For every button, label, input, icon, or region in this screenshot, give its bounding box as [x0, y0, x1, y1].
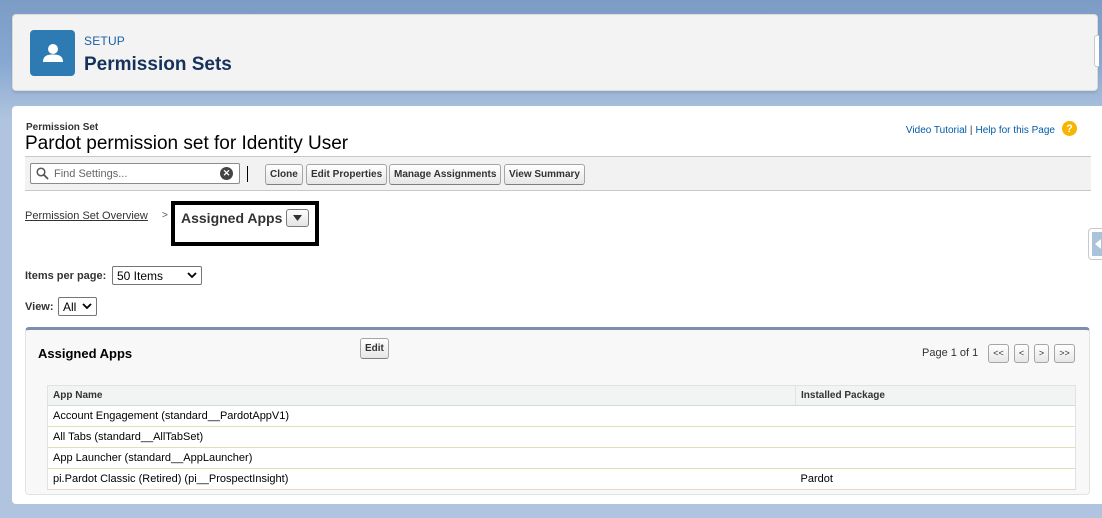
object-type-label: Permission Set — [26, 122, 99, 133]
column-header-installed-package: Installed Package — [795, 385, 1076, 406]
breadcrumb-current: Assigned Apps — [181, 210, 283, 226]
app-name-cell: All Tabs (standard__AllTabSet) — [47, 426, 796, 448]
app-name-cell: pi.Pardot Classic (Retired) (pi__Prospec… — [47, 468, 796, 490]
installed-package-cell — [795, 405, 1076, 427]
app-name-cell: App Launcher (standard__AppLauncher) — [47, 447, 796, 469]
clone-button[interactable]: Clone — [265, 164, 303, 185]
chevron-down-icon — [187, 272, 197, 279]
help-separator: | — [969, 125, 973, 136]
view-summary-button[interactable]: View Summary — [504, 164, 585, 185]
installed-package-cell — [795, 447, 1076, 469]
video-tutorial-link[interactable]: Video Tutorial — [906, 125, 967, 136]
view-label: View: — [25, 301, 54, 313]
last-page-button[interactable]: >> — [1054, 344, 1075, 363]
table-row: All Tabs (standard__AllTabSet) — [47, 426, 1076, 448]
view-value: All — [63, 299, 77, 314]
page-info: Page 1 of 1 — [922, 347, 979, 359]
help-icon[interactable]: ? — [1062, 121, 1077, 136]
manage-assignments-button[interactable]: Manage Assignments — [389, 164, 502, 185]
help-links: Video Tutorial | Help for this Page ? — [906, 121, 1077, 136]
toolbar: ✕ Clone Edit Properties Manage Assignmen… — [25, 157, 1091, 191]
next-page-button[interactable]: > — [1034, 344, 1049, 363]
page-header-title: Permission Sets — [84, 54, 232, 75]
clear-search-icon[interactable]: ✕ — [220, 167, 233, 180]
table-row: pi.Pardot Classic (Retired) (pi__Prospec… — [47, 468, 1076, 490]
toolbar-separator — [247, 166, 248, 182]
items-per-page-value: 50 Items — [117, 268, 164, 283]
assigned-apps-table: App Name Installed Package Account Engag… — [47, 385, 1076, 490]
related-list-title: Assigned Apps — [38, 346, 133, 361]
breadcrumb-separator: > — [162, 210, 168, 221]
find-settings-search: ✕ — [30, 163, 240, 184]
main-content: Permission Set Pardot permission set for… — [12, 106, 1102, 504]
assigned-apps-related-list: Assigned Apps Edit Page 1 of 1 << < > >>… — [25, 327, 1090, 495]
search-icon — [36, 167, 49, 185]
chevron-left-icon — [1094, 239, 1101, 249]
setup-header: SETUP Permission Sets — [12, 14, 1099, 91]
items-per-page-label: Items per page: — [25, 270, 107, 282]
previous-page-button[interactable]: < — [1014, 344, 1029, 363]
section-dropdown-button[interactable] — [286, 209, 309, 227]
installed-package-cell — [795, 426, 1076, 448]
page-title: Pardot permission set for Identity User — [25, 133, 349, 154]
chevron-down-icon — [82, 303, 92, 310]
search-input[interactable] — [54, 166, 214, 181]
column-header-app-name: App Name — [47, 385, 796, 406]
table-row: App Launcher (standard__AppLauncher) — [47, 447, 1076, 469]
installed-package-cell: Pardot — [795, 468, 1076, 490]
view-select[interactable]: All — [58, 297, 97, 316]
items-per-page-select[interactable]: 50 Items — [112, 266, 202, 285]
user-icon — [30, 30, 75, 76]
header-edge-control — [1094, 35, 1099, 67]
sidebar-collapse-tab[interactable] — [1088, 228, 1102, 260]
table-header-row: App Name Installed Package — [47, 385, 1076, 406]
setup-label: SETUP — [84, 34, 126, 48]
app-name-cell: Account Engagement (standard__PardotAppV… — [47, 405, 796, 427]
breadcrumb-overview-link[interactable]: Permission Set Overview — [25, 210, 148, 222]
first-page-button[interactable]: << — [988, 344, 1009, 363]
table-row: Account Engagement (standard__PardotAppV… — [47, 405, 1076, 427]
edit-button[interactable]: Edit — [360, 338, 389, 359]
caret-down-icon — [293, 215, 302, 221]
help-for-page-link[interactable]: Help for this Page — [976, 125, 1056, 136]
edit-properties-button[interactable]: Edit Properties — [306, 164, 388, 185]
